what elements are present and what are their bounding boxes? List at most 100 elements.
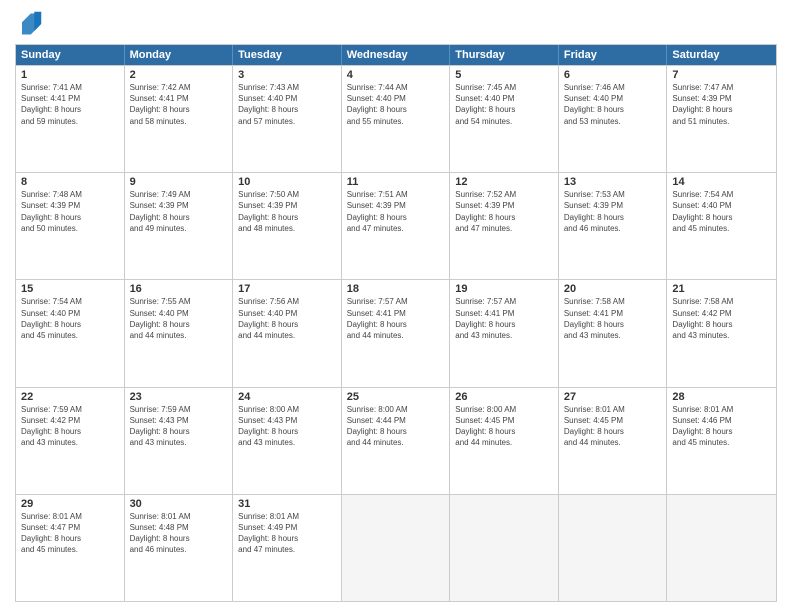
- cal-cell-day-24: 24Sunrise: 8:00 AMSunset: 4:43 PMDayligh…: [233, 388, 342, 494]
- day-number: 10: [238, 176, 336, 188]
- header-day-wednesday: Wednesday: [342, 45, 451, 65]
- day-number: 7: [672, 69, 771, 81]
- cal-cell-day-25: 25Sunrise: 8:00 AMSunset: 4:44 PMDayligh…: [342, 388, 451, 494]
- calendar-header: SundayMondayTuesdayWednesdayThursdayFrid…: [16, 45, 776, 65]
- cell-info: Sunrise: 7:59 AMSunset: 4:43 PMDaylight:…: [130, 404, 228, 449]
- cal-cell-day-12: 12Sunrise: 7:52 AMSunset: 4:39 PMDayligh…: [450, 173, 559, 279]
- cal-cell-day-16: 16Sunrise: 7:55 AMSunset: 4:40 PMDayligh…: [125, 280, 234, 386]
- cal-cell-day-31: 31Sunrise: 8:01 AMSunset: 4:49 PMDayligh…: [233, 495, 342, 601]
- cell-info: Sunrise: 7:52 AMSunset: 4:39 PMDaylight:…: [455, 189, 553, 234]
- calendar-week-3: 15Sunrise: 7:54 AMSunset: 4:40 PMDayligh…: [16, 279, 776, 386]
- day-number: 13: [564, 176, 662, 188]
- page: SundayMondayTuesdayWednesdayThursdayFrid…: [0, 0, 792, 612]
- cell-info: Sunrise: 7:54 AMSunset: 4:40 PMDaylight:…: [21, 296, 119, 341]
- day-number: 18: [347, 283, 445, 295]
- cal-cell-day-6: 6Sunrise: 7:46 AMSunset: 4:40 PMDaylight…: [559, 66, 668, 172]
- cal-cell-day-11: 11Sunrise: 7:51 AMSunset: 4:39 PMDayligh…: [342, 173, 451, 279]
- cell-info: Sunrise: 7:50 AMSunset: 4:39 PMDaylight:…: [238, 189, 336, 234]
- cal-cell-day-15: 15Sunrise: 7:54 AMSunset: 4:40 PMDayligh…: [16, 280, 125, 386]
- day-number: 1: [21, 69, 119, 81]
- cal-cell-empty: [559, 495, 668, 601]
- cell-info: Sunrise: 7:59 AMSunset: 4:42 PMDaylight:…: [21, 404, 119, 449]
- day-number: 30: [130, 498, 228, 510]
- cal-cell-day-27: 27Sunrise: 8:01 AMSunset: 4:45 PMDayligh…: [559, 388, 668, 494]
- day-number: 4: [347, 69, 445, 81]
- cal-cell-day-26: 26Sunrise: 8:00 AMSunset: 4:45 PMDayligh…: [450, 388, 559, 494]
- calendar-week-1: 1Sunrise: 7:41 AMSunset: 4:41 PMDaylight…: [16, 65, 776, 172]
- cal-cell-day-4: 4Sunrise: 7:44 AMSunset: 4:40 PMDaylight…: [342, 66, 451, 172]
- cell-info: Sunrise: 7:53 AMSunset: 4:39 PMDaylight:…: [564, 189, 662, 234]
- day-number: 21: [672, 283, 771, 295]
- day-number: 28: [672, 391, 771, 403]
- cal-cell-day-17: 17Sunrise: 7:56 AMSunset: 4:40 PMDayligh…: [233, 280, 342, 386]
- day-number: 14: [672, 176, 771, 188]
- cal-cell-day-1: 1Sunrise: 7:41 AMSunset: 4:41 PMDaylight…: [16, 66, 125, 172]
- day-number: 6: [564, 69, 662, 81]
- cal-cell-day-3: 3Sunrise: 7:43 AMSunset: 4:40 PMDaylight…: [233, 66, 342, 172]
- cal-cell-empty: [450, 495, 559, 601]
- day-number: 24: [238, 391, 336, 403]
- cal-cell-day-13: 13Sunrise: 7:53 AMSunset: 4:39 PMDayligh…: [559, 173, 668, 279]
- cell-info: Sunrise: 8:00 AMSunset: 4:44 PMDaylight:…: [347, 404, 445, 449]
- cell-info: Sunrise: 8:01 AMSunset: 4:49 PMDaylight:…: [238, 511, 336, 556]
- day-number: 9: [130, 176, 228, 188]
- day-number: 15: [21, 283, 119, 295]
- cell-info: Sunrise: 7:57 AMSunset: 4:41 PMDaylight:…: [347, 296, 445, 341]
- cell-info: Sunrise: 7:58 AMSunset: 4:41 PMDaylight:…: [564, 296, 662, 341]
- cell-info: Sunrise: 7:42 AMSunset: 4:41 PMDaylight:…: [130, 82, 228, 127]
- cell-info: Sunrise: 7:58 AMSunset: 4:42 PMDaylight:…: [672, 296, 771, 341]
- cal-cell-day-30: 30Sunrise: 8:01 AMSunset: 4:48 PMDayligh…: [125, 495, 234, 601]
- day-number: 26: [455, 391, 553, 403]
- cell-info: Sunrise: 7:44 AMSunset: 4:40 PMDaylight:…: [347, 82, 445, 127]
- cal-cell-day-2: 2Sunrise: 7:42 AMSunset: 4:41 PMDaylight…: [125, 66, 234, 172]
- day-number: 23: [130, 391, 228, 403]
- day-number: 29: [21, 498, 119, 510]
- day-number: 8: [21, 176, 119, 188]
- header-day-saturday: Saturday: [667, 45, 776, 65]
- logo: [15, 10, 47, 38]
- cell-info: Sunrise: 7:51 AMSunset: 4:39 PMDaylight:…: [347, 189, 445, 234]
- day-number: 27: [564, 391, 662, 403]
- cell-info: Sunrise: 7:47 AMSunset: 4:39 PMDaylight:…: [672, 82, 771, 127]
- cell-info: Sunrise: 8:00 AMSunset: 4:45 PMDaylight:…: [455, 404, 553, 449]
- calendar: SundayMondayTuesdayWednesdayThursdayFrid…: [15, 44, 777, 602]
- cal-cell-empty: [342, 495, 451, 601]
- calendar-week-2: 8Sunrise: 7:48 AMSunset: 4:39 PMDaylight…: [16, 172, 776, 279]
- header-day-monday: Monday: [125, 45, 234, 65]
- cell-info: Sunrise: 7:54 AMSunset: 4:40 PMDaylight:…: [672, 189, 771, 234]
- day-number: 22: [21, 391, 119, 403]
- cell-info: Sunrise: 7:43 AMSunset: 4:40 PMDaylight:…: [238, 82, 336, 127]
- day-number: 31: [238, 498, 336, 510]
- calendar-week-5: 29Sunrise: 8:01 AMSunset: 4:47 PMDayligh…: [16, 494, 776, 601]
- cell-info: Sunrise: 7:48 AMSunset: 4:39 PMDaylight:…: [21, 189, 119, 234]
- cal-cell-day-20: 20Sunrise: 7:58 AMSunset: 4:41 PMDayligh…: [559, 280, 668, 386]
- cal-cell-day-19: 19Sunrise: 7:57 AMSunset: 4:41 PMDayligh…: [450, 280, 559, 386]
- cell-info: Sunrise: 7:57 AMSunset: 4:41 PMDaylight:…: [455, 296, 553, 341]
- day-number: 3: [238, 69, 336, 81]
- header: [15, 10, 777, 38]
- header-day-sunday: Sunday: [16, 45, 125, 65]
- cell-info: Sunrise: 7:56 AMSunset: 4:40 PMDaylight:…: [238, 296, 336, 341]
- cal-cell-empty: [667, 495, 776, 601]
- cell-info: Sunrise: 7:46 AMSunset: 4:40 PMDaylight:…: [564, 82, 662, 127]
- cell-info: Sunrise: 7:55 AMSunset: 4:40 PMDaylight:…: [130, 296, 228, 341]
- cal-cell-day-9: 9Sunrise: 7:49 AMSunset: 4:39 PMDaylight…: [125, 173, 234, 279]
- day-number: 5: [455, 69, 553, 81]
- cell-info: Sunrise: 8:01 AMSunset: 4:45 PMDaylight:…: [564, 404, 662, 449]
- calendar-week-4: 22Sunrise: 7:59 AMSunset: 4:42 PMDayligh…: [16, 387, 776, 494]
- day-number: 25: [347, 391, 445, 403]
- day-number: 11: [347, 176, 445, 188]
- day-number: 16: [130, 283, 228, 295]
- header-day-friday: Friday: [559, 45, 668, 65]
- cell-info: Sunrise: 7:41 AMSunset: 4:41 PMDaylight:…: [21, 82, 119, 127]
- cal-cell-day-29: 29Sunrise: 8:01 AMSunset: 4:47 PMDayligh…: [16, 495, 125, 601]
- cal-cell-day-23: 23Sunrise: 7:59 AMSunset: 4:43 PMDayligh…: [125, 388, 234, 494]
- cal-cell-day-18: 18Sunrise: 7:57 AMSunset: 4:41 PMDayligh…: [342, 280, 451, 386]
- day-number: 17: [238, 283, 336, 295]
- header-day-thursday: Thursday: [450, 45, 559, 65]
- header-day-tuesday: Tuesday: [233, 45, 342, 65]
- cell-info: Sunrise: 7:49 AMSunset: 4:39 PMDaylight:…: [130, 189, 228, 234]
- cell-info: Sunrise: 8:00 AMSunset: 4:43 PMDaylight:…: [238, 404, 336, 449]
- cal-cell-day-10: 10Sunrise: 7:50 AMSunset: 4:39 PMDayligh…: [233, 173, 342, 279]
- cal-cell-day-21: 21Sunrise: 7:58 AMSunset: 4:42 PMDayligh…: [667, 280, 776, 386]
